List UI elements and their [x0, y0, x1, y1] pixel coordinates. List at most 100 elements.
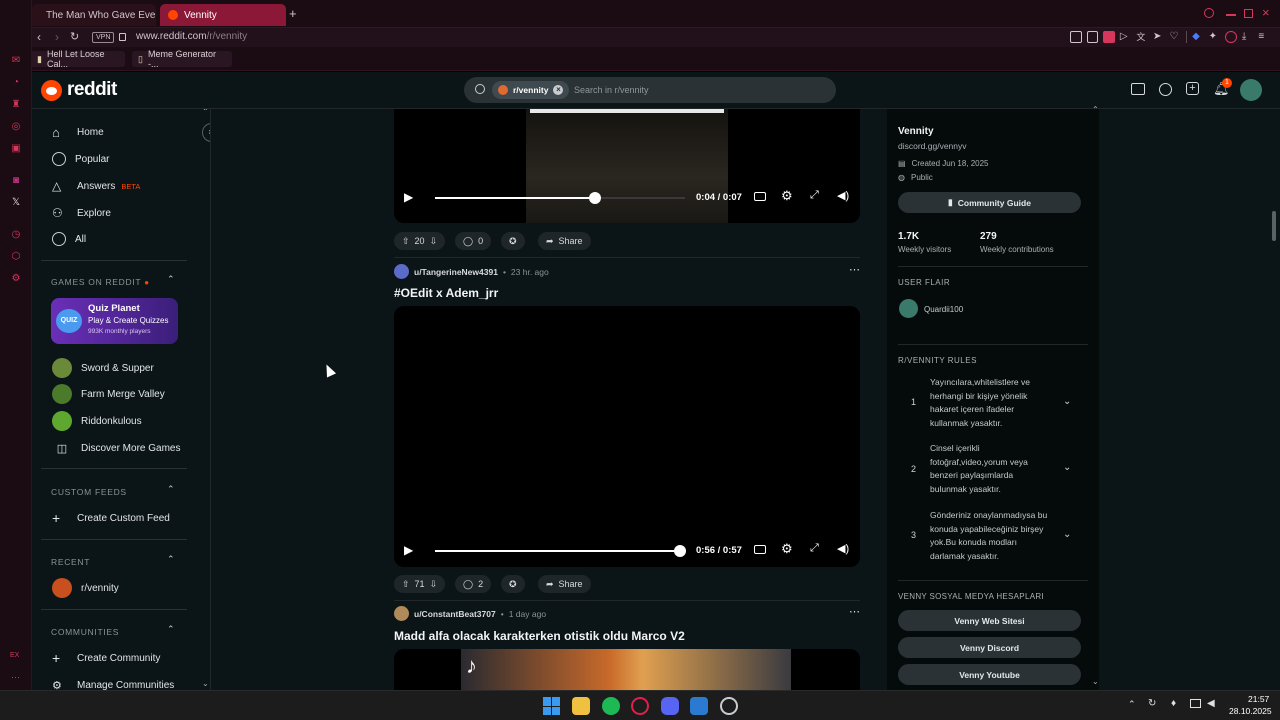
settings-icon[interactable]: ⚙ [781, 188, 793, 204]
volume-icon[interactable]: ◀︎) [837, 189, 849, 202]
game-farm-merge-valley[interactable]: Farm Merge Valley [52, 384, 165, 404]
comments-button[interactable]: ◯ 2 [455, 575, 492, 593]
page-scrollbar[interactable] [1272, 211, 1276, 241]
upvote-icon[interactable]: ⇧ [402, 579, 410, 590]
settings-icon[interactable]: ⚙ [781, 541, 793, 557]
user-avatar[interactable] [1240, 79, 1262, 101]
steam-icon[interactable] [720, 697, 738, 715]
play-icon[interactable]: ▶ [404, 190, 413, 204]
community-guide-button[interactable]: ▮ Community Guide [898, 192, 1081, 213]
flair-name[interactable]: Quardii100 [924, 305, 963, 314]
award-button[interactable]: ✪ [501, 232, 525, 250]
create-community[interactable]: + Create Community [52, 648, 160, 668]
vpn-badge[interactable]: VPN [92, 32, 115, 43]
history-icon[interactable]: ◔ [10, 77, 22, 89]
tray-chevron-icon[interactable]: ⌃ [1128, 699, 1136, 710]
fullscreen-icon[interactable]: ⤢ [810, 189, 819, 202]
reload-icon[interactable]: ↻ [70, 30, 79, 43]
search-tabs-icon[interactable] [1204, 8, 1214, 18]
subreddit-chip[interactable]: r/vennity × [492, 81, 570, 99]
game-riddonkulous[interactable]: Riddonkulous [52, 411, 142, 431]
upvote-icon[interactable]: ⇧ [402, 236, 410, 247]
progress-handle[interactable] [589, 192, 601, 204]
file-explorer-icon[interactable] [572, 697, 590, 715]
social-link-discord[interactable]: Venny Discord [898, 637, 1081, 658]
bookmark-hell-let-loose[interactable]: ▮ Hell Let Loose Cal... [31, 49, 125, 69]
post-author[interactable]: u/ConstantBeat3707 [414, 609, 496, 619]
snapshot-icon[interactable] [1070, 31, 1082, 43]
tray-mic-icon[interactable]: ♦ [1171, 698, 1176, 709]
nav-explore[interactable]: ⚇ Explore [52, 203, 111, 223]
clock-time[interactable]: 21:57 [1248, 694, 1269, 704]
post-options-icon[interactable]: ⋯ [849, 605, 860, 618]
back-icon[interactable]: ‹ [37, 30, 41, 44]
games-collapse-icon[interactable]: ⌃ [167, 274, 175, 285]
vscode-icon[interactable] [690, 697, 708, 715]
extension-icon[interactable]: ◆ [1192, 31, 1204, 43]
bookmark-meme-generator[interactable]: ▯ Meme Generator -... [132, 49, 232, 69]
download-icon[interactable]: ⤓ [1242, 31, 1254, 43]
more-icon[interactable]: ⋯ [11, 672, 20, 683]
create-custom-feed[interactable]: + Create Custom Feed [52, 508, 170, 528]
author-avatar[interactable] [394, 606, 409, 621]
scroll-up-icon[interactable]: ⌃ [1092, 105, 1099, 114]
restore-icon[interactable] [1244, 9, 1253, 18]
tray-network-icon[interactable] [1190, 699, 1201, 708]
profile-icon[interactable] [1225, 31, 1237, 43]
nav-answers[interactable]: △ Answers BETA [52, 176, 140, 196]
minimize-icon[interactable] [1226, 14, 1236, 16]
clear-chip-icon[interactable]: × [553, 85, 564, 95]
instagram-icon[interactable]: ◙ [10, 175, 22, 187]
recent-collapse-icon[interactable]: ⌃ [167, 554, 175, 565]
windows-start-icon[interactable] [543, 697, 561, 715]
clock-date[interactable]: 28.10.2025 [1229, 706, 1272, 716]
opera-icon[interactable] [631, 697, 649, 715]
menu-icon[interactable]: ≡ [1258, 31, 1270, 43]
video-player[interactable]: ▶ 0:56 / 0:57 ⚙ ⤢ ◀︎) [394, 306, 860, 567]
nav-home[interactable]: ⌂ Home [52, 122, 104, 142]
rule-text[interactable]: Gönderiniz onaylanmadıysa bu konuda yapa… [930, 509, 1050, 563]
comments-button[interactable]: ◯ 0 [455, 232, 492, 250]
social-link-youtube[interactable]: Venny Youtube [898, 664, 1081, 685]
tab-vennity[interactable]: Vennity [160, 4, 286, 26]
translate-icon[interactable]: 文 [1136, 31, 1148, 43]
tray-sync-icon[interactable]: ↻ [1148, 698, 1156, 709]
scroll-down-icon[interactable]: ⌄ [1092, 677, 1099, 686]
nav-popular[interactable]: Popular [52, 149, 109, 169]
share-button[interactable]: ➦ Share [538, 232, 591, 250]
custom-feeds-collapse-icon[interactable]: ⌃ [167, 484, 175, 495]
collapse-nav-button[interactable]: ≡ [202, 123, 210, 142]
telegram-icon[interactable]: ▣ [10, 143, 22, 155]
cube-icon[interactable]: ⬡ [10, 251, 22, 263]
shield-icon[interactable] [1103, 31, 1115, 43]
post-title[interactable]: #OEdit x Adem_jrr [394, 286, 498, 300]
post-options-icon[interactable]: ⋯ [849, 263, 860, 276]
social-link-website[interactable]: Venny Web Sitesi [898, 610, 1081, 631]
post-title[interactable]: Madd alfa olacak karakterken otistik old… [394, 629, 685, 643]
quiz-planet-promo[interactable]: QUIZ Quiz Planet Play & Create Quizzes 9… [51, 298, 178, 344]
spotify-icon[interactable] [602, 697, 620, 715]
play-icon[interactable]: ▷ [1120, 31, 1132, 43]
whatsapp-icon[interactable]: ◎ [10, 121, 22, 133]
share-button[interactable]: ➦ Share [538, 575, 591, 593]
community-link[interactable]: discord.gg/vennyv [898, 141, 967, 151]
games-section-header[interactable]: GAMES ON REDDIT ● [51, 277, 150, 287]
downvote-icon[interactable]: ⇩ [430, 579, 438, 590]
award-button[interactable]: ✪ [501, 575, 525, 593]
video-player[interactable]: ♪ [394, 649, 860, 690]
communities-collapse-icon[interactable]: ⌃ [167, 624, 175, 635]
play-icon[interactable]: ▶ [404, 543, 413, 557]
bookmark-icon[interactable] [1086, 31, 1099, 43]
forward-icon[interactable]: › [55, 30, 59, 44]
rule-text[interactable]: Yayıncılara,whitelistlere ve herhangi bi… [930, 376, 1050, 430]
discover-more-games[interactable]: ◫ Discover More Games [52, 438, 181, 458]
messenger-icon[interactable]: ✉ [10, 55, 22, 67]
reddit-logo[interactable]: reddit [41, 79, 117, 101]
progress-track[interactable] [435, 545, 686, 557]
rule-text[interactable]: Cinsel içerikli fotoğraf,video,yorum vey… [930, 442, 1050, 496]
captions-icon[interactable] [754, 192, 766, 201]
video-player[interactable]: ▶ 0:04 / 0:07 ⚙ ⤢ ◀︎) [394, 109, 860, 223]
new-tab-plus-icon[interactable]: + [289, 7, 297, 20]
game-sword-supper[interactable]: Sword & Supper [52, 358, 154, 378]
custom-feeds-header[interactable]: CUSTOM FEEDS [51, 487, 127, 497]
